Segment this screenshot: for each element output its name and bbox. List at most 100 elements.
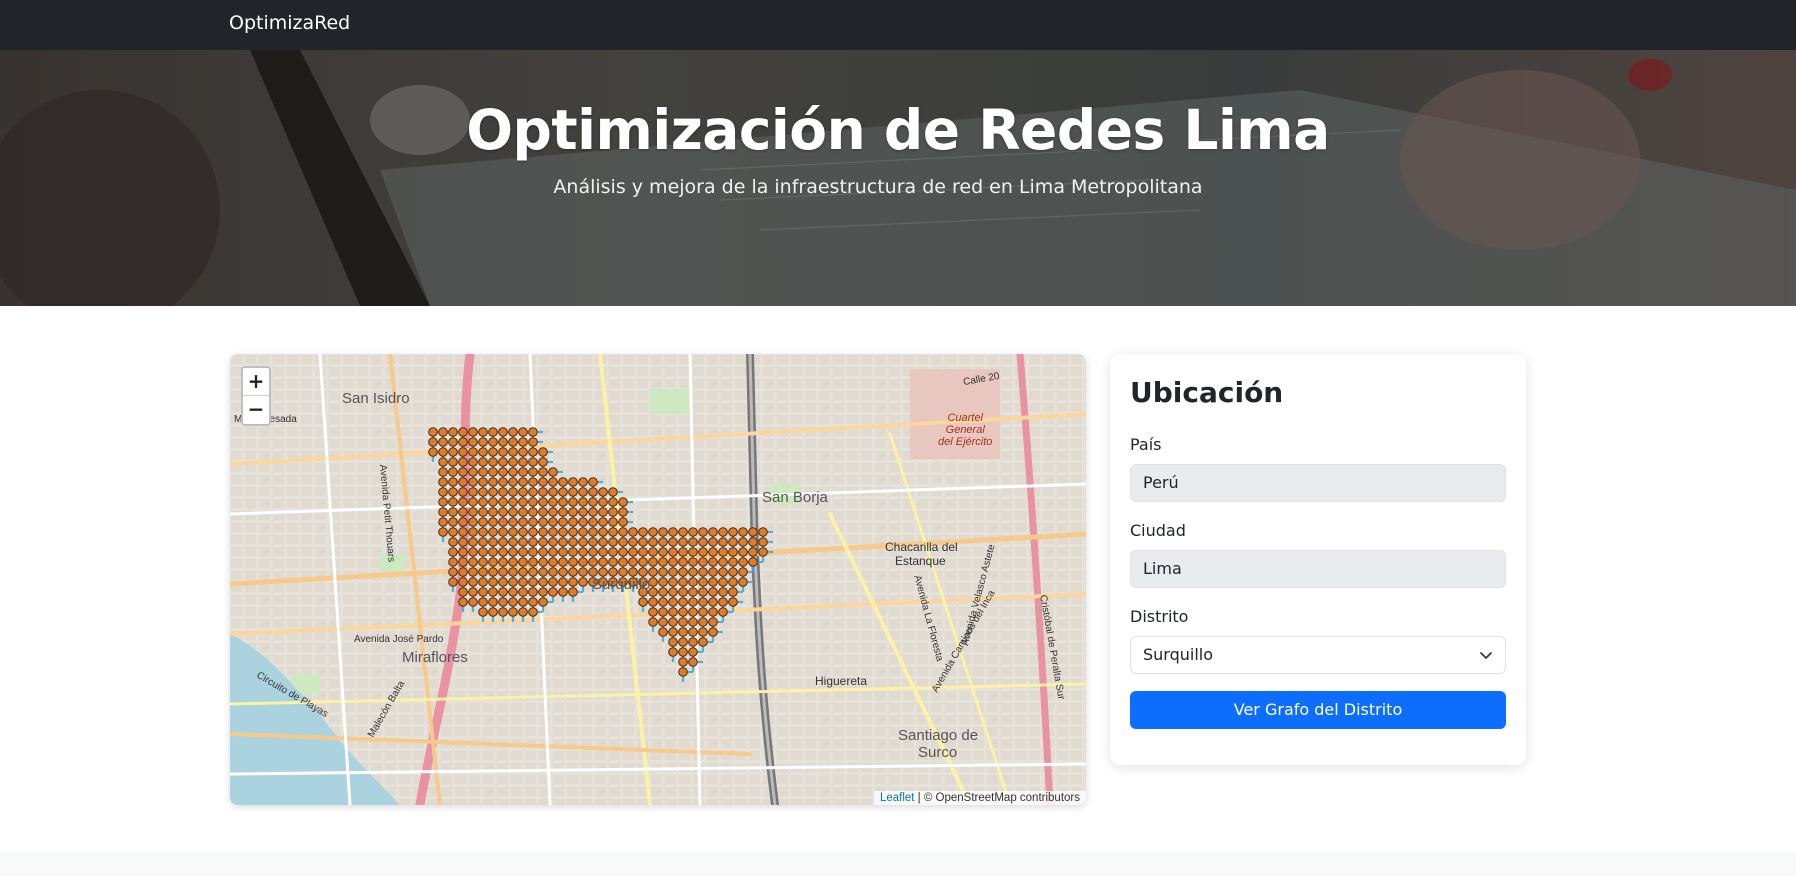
graph-node [438, 447, 448, 457]
footer [0, 851, 1796, 876]
map-attribution: Leaflet | © OpenStreetMap contributors [873, 791, 1086, 805]
graph-node [458, 587, 468, 597]
graph-node [618, 537, 628, 547]
graph-node [448, 477, 458, 487]
graph-node [558, 587, 568, 597]
graph-node [458, 487, 468, 497]
view-graph-button[interactable]: Ver Grafo del Distrito [1130, 691, 1506, 729]
graph-node [488, 517, 498, 527]
graph-node [488, 457, 498, 467]
graph-node [518, 577, 528, 587]
graph-node [628, 557, 638, 567]
zoom-in-button[interactable]: + [243, 368, 269, 396]
graph-node [508, 457, 518, 467]
graph-node [628, 547, 638, 557]
map-label-miraflores: Miraflores [402, 649, 468, 666]
graph-node [718, 537, 728, 547]
graph-node [738, 567, 748, 577]
zoom-out-button[interactable]: − [243, 396, 269, 424]
graph-node [608, 537, 618, 547]
card-title: Ubicación [1130, 376, 1284, 409]
graph-node [628, 537, 638, 547]
map-label-cuartel: Cuartel [947, 412, 983, 424]
graph-node [598, 557, 608, 567]
graph-node [498, 607, 508, 617]
graph-node [678, 557, 688, 567]
graph-node [498, 597, 508, 607]
graph-node [688, 587, 698, 597]
graph-node [708, 587, 718, 597]
map-container[interactable]: San Isidro Miro Quesada San Borja Surqui… [230, 354, 1086, 805]
graph-node [428, 437, 438, 447]
graph-node [518, 477, 528, 487]
graph-node [658, 597, 668, 607]
graph-node [548, 537, 558, 547]
graph-node [478, 497, 488, 507]
graph-node [498, 497, 508, 507]
graph-node [448, 457, 458, 467]
graph-node [488, 427, 498, 437]
graph-node [508, 507, 518, 517]
graph-node [728, 547, 738, 557]
graph-node [438, 457, 448, 467]
distrito-select[interactable]: Surquillo [1130, 636, 1506, 674]
graph-node [438, 517, 448, 527]
graph-node [578, 507, 588, 517]
graph-node [538, 477, 548, 487]
graph-node [628, 567, 638, 577]
graph-node [688, 617, 698, 627]
graph-node [508, 597, 518, 607]
graph-node [548, 467, 558, 477]
graph-node [608, 557, 618, 567]
graph-node [728, 557, 738, 567]
graph-node [498, 457, 508, 467]
graph-node [638, 567, 648, 577]
graph-node [548, 567, 558, 577]
graph-node [688, 627, 698, 637]
graph-node [588, 547, 598, 557]
graph-node [598, 497, 608, 507]
graph-node [598, 487, 608, 497]
graph-node [508, 527, 518, 537]
hero-banner: Optimización de Redes Lima Análisis y me… [0, 50, 1796, 306]
graph-node [468, 557, 478, 567]
graph-node [708, 527, 718, 537]
navbar-brand[interactable]: OptimizaRed [229, 12, 350, 34]
graph-node [558, 577, 568, 587]
graph-node [528, 547, 538, 557]
graph-node [688, 647, 698, 657]
graph-node [448, 537, 458, 547]
graph-node [568, 587, 578, 597]
graph-node [548, 477, 558, 487]
graph-node [678, 657, 688, 667]
graph-node [598, 517, 608, 527]
graph-node [588, 567, 598, 577]
distrito-label: Distrito [1130, 607, 1189, 626]
graph-node [538, 537, 548, 547]
graph-node [468, 437, 478, 447]
graph-node [428, 427, 438, 437]
graph-node [518, 437, 528, 447]
leaflet-link[interactable]: Leaflet [880, 792, 915, 804]
graph-node [548, 497, 558, 507]
graph-node [658, 527, 668, 537]
graph-node [528, 447, 538, 457]
graph-node [668, 577, 678, 587]
graph-node [588, 537, 598, 547]
graph-node [478, 487, 488, 497]
graph-node [588, 557, 598, 567]
graph-node [698, 527, 708, 537]
graph-node [518, 527, 528, 537]
graph-node [438, 427, 448, 437]
graph-node [488, 557, 498, 567]
graph-node [518, 567, 528, 577]
graph-node [478, 607, 488, 617]
graph-node [488, 547, 498, 557]
graph-node [528, 497, 538, 507]
graph-node [738, 537, 748, 547]
graph-node [468, 427, 478, 437]
graph-node [498, 567, 508, 577]
graph-node [458, 477, 468, 487]
graph-node [458, 567, 468, 577]
map-label-higuereta: Higuereta [815, 674, 868, 688]
